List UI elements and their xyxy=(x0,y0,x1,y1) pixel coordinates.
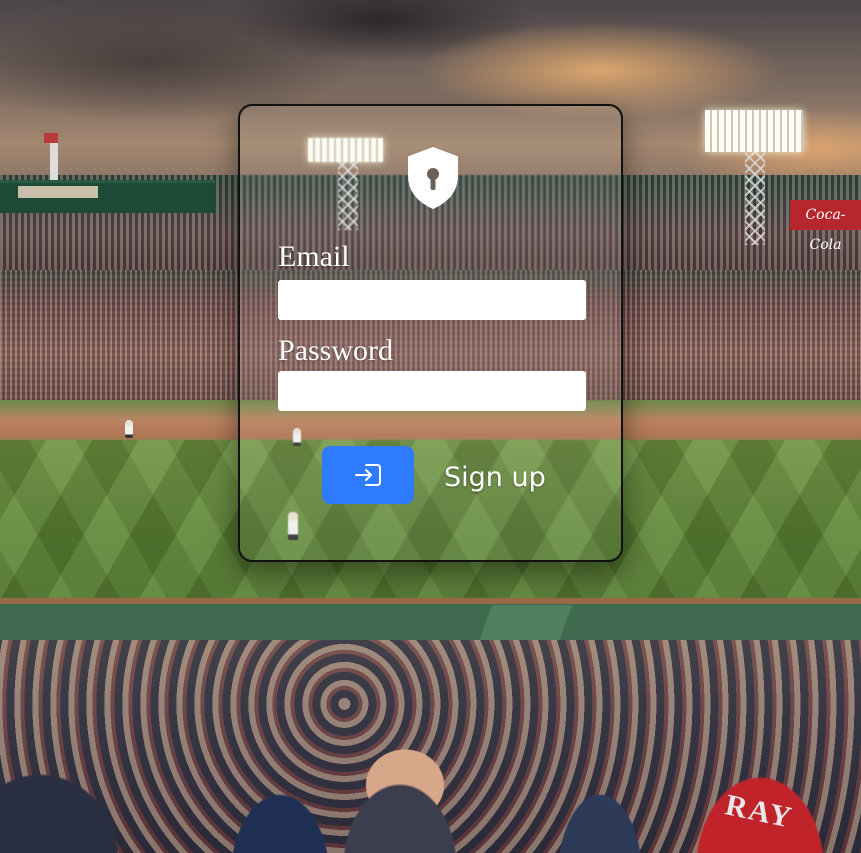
signup-link[interactable]: Sign up xyxy=(444,461,546,495)
infielder xyxy=(125,420,133,438)
scoreboard-sign xyxy=(18,186,98,198)
light-tower-right xyxy=(745,150,765,245)
email-label: Email xyxy=(278,240,350,273)
login-card: Email Password Sign up xyxy=(238,104,623,562)
login-button[interactable] xyxy=(322,446,414,504)
cola-sign: Coca-Cola xyxy=(790,200,861,253)
email-input[interactable] xyxy=(278,280,586,320)
password-input[interactable] xyxy=(278,371,586,411)
light-bank-right xyxy=(705,110,803,152)
password-label: Password xyxy=(278,334,394,367)
front-row-fans xyxy=(0,700,861,853)
flag xyxy=(44,133,58,143)
sign-in-icon xyxy=(355,464,381,486)
shield-keyhole-icon xyxy=(408,147,458,209)
